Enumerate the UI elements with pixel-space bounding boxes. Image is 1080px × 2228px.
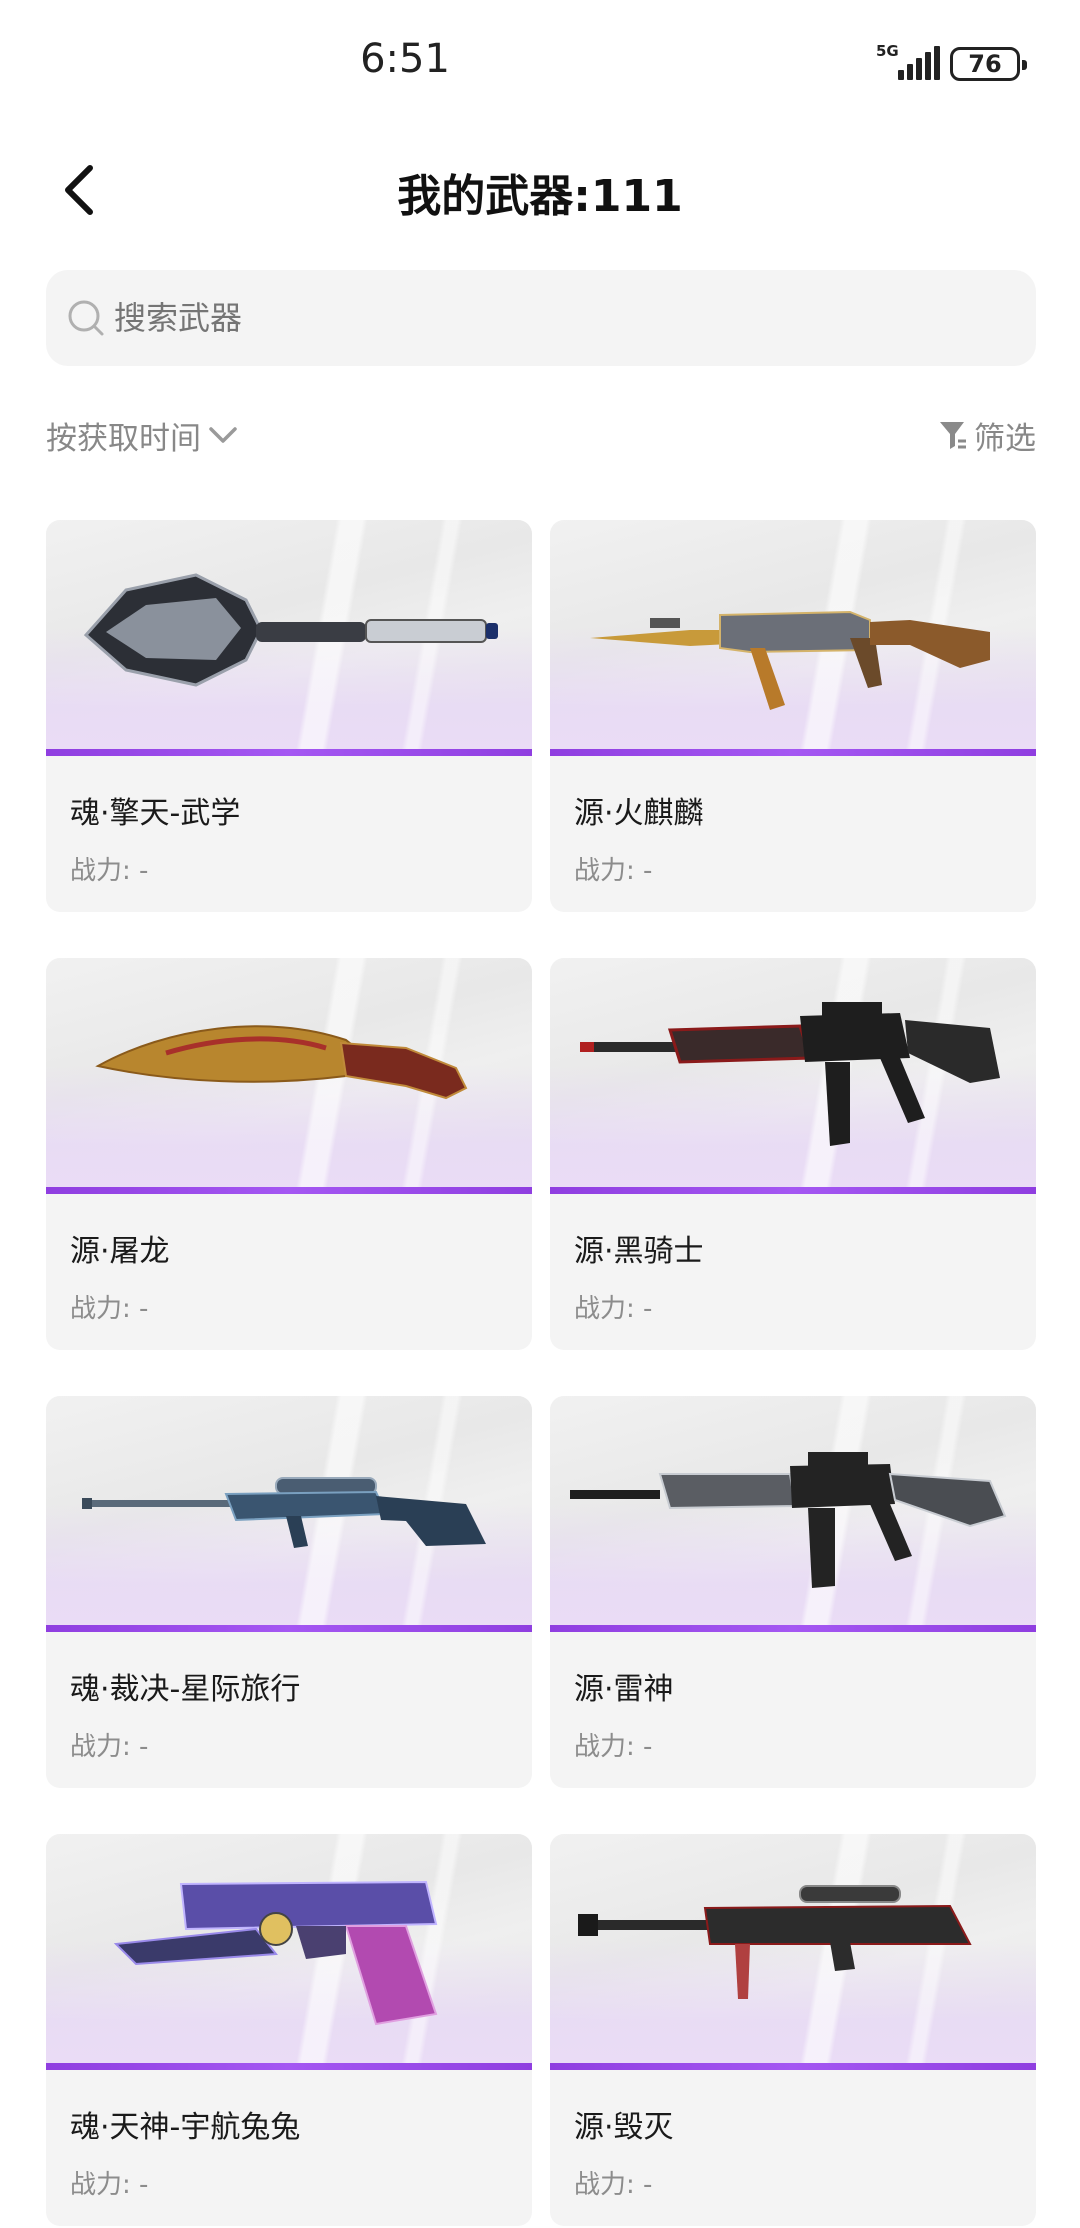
weapon-power: 战力: - <box>574 1294 653 1324</box>
cellular-signal-icon: 5G <box>876 42 940 84</box>
weapon-power: 战力: - <box>574 1732 653 1762</box>
weapon-image <box>46 958 532 1194</box>
sniper-weapon-icon <box>82 1477 486 1548</box>
weapon-power: 战力: - <box>70 856 149 886</box>
weapon-power: 战力: - <box>70 1294 149 1324</box>
rifle-weapon-icon <box>570 1452 1007 1588</box>
weapon-name: 源·毁灭 <box>574 2110 674 2145</box>
weapon-image <box>46 1396 532 1632</box>
weapon-grid: 魂·擎天-武学 战力: - 源·火麒麟 战力: - 源·屠龙 战力: - 源·黑… <box>46 520 1036 2226</box>
status-indicators: 5G 76 <box>876 42 1027 84</box>
weapon-image <box>550 1396 1036 1632</box>
search-input[interactable] <box>114 299 914 337</box>
weapon-card[interactable]: 源·火麒麟 战力: - <box>550 520 1036 912</box>
weapon-image <box>550 1834 1036 2070</box>
filter-label: 筛选 <box>974 420 1036 457</box>
weapon-card[interactable]: 源·屠龙 战力: - <box>46 958 532 1350</box>
sort-label: 按获取时间 <box>46 420 201 457</box>
header: 我的武器:111 <box>0 130 1080 250</box>
battery-icon: 76 <box>950 47 1027 81</box>
rifle-weapon-icon <box>590 610 990 710</box>
battery-level: 76 <box>968 50 1002 78</box>
weapon-name: 魂·天神-宇航兔兔 <box>70 2110 301 2145</box>
weapon-name: 魂·裁决-星际旅行 <box>70 1672 301 1707</box>
status-time: 6:51 <box>360 36 450 82</box>
weapon-power: 战力: - <box>574 856 653 886</box>
weapon-image <box>550 958 1036 1194</box>
weapon-card[interactable]: 魂·天神-宇航兔兔 战力: - <box>46 1834 532 2226</box>
weapon-card[interactable]: 魂·裁决-星际旅行 战力: - <box>46 1396 532 1788</box>
weapon-card[interactable]: 魂·擎天-武学 战力: - <box>46 520 532 912</box>
search-icon <box>68 300 104 336</box>
status-bar: 6:51 5G 76 <box>0 0 1080 130</box>
weapon-card[interactable]: 源·雷神 战力: - <box>550 1396 1036 1788</box>
weapon-card[interactable]: 源·毁灭 战力: - <box>550 1834 1036 2226</box>
weapon-power: 战力: - <box>70 2170 149 2200</box>
search-bar[interactable] <box>46 270 1036 366</box>
page-title: 我的武器:111 <box>397 171 683 222</box>
shovel-weapon-icon <box>83 573 498 687</box>
weapon-card[interactable]: 源·黑骑士 战力: - <box>550 958 1036 1350</box>
weapon-power: 战力: - <box>574 2170 653 2200</box>
knife-weapon-icon <box>95 1025 468 1100</box>
weapon-image <box>46 520 532 756</box>
weapon-image <box>46 1834 532 2070</box>
sort-dropdown[interactable]: 按获取时间 <box>46 413 239 458</box>
funnel-icon <box>940 422 966 449</box>
pistol-weapon-icon <box>113 1880 438 2026</box>
network-type: 5G <box>876 42 899 60</box>
weapon-name: 源·黑骑士 <box>574 1234 704 1269</box>
weapon-name: 魂·擎天-武学 <box>70 796 241 831</box>
weapon-power: 战力: - <box>70 1732 149 1762</box>
sniper-weapon-icon <box>578 1885 972 1999</box>
rifle-weapon-icon <box>580 1002 1000 1146</box>
weapon-name: 源·火麒麟 <box>574 796 704 831</box>
weapon-name: 源·雷神 <box>574 1672 674 1707</box>
sort-filter-bar: 按获取时间 筛选 <box>46 405 1036 465</box>
chevron-down-icon <box>209 427 237 443</box>
weapon-image <box>550 520 1036 756</box>
filter-button[interactable]: 筛选 <box>938 413 1036 458</box>
weapon-name: 源·屠龙 <box>70 1234 170 1269</box>
